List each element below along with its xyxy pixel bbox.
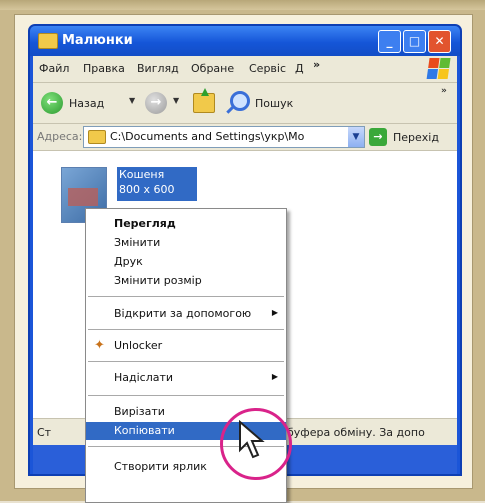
status-left-text: Ст [37,426,52,439]
window-title: Малюнки [62,33,133,48]
folder-icon [88,130,106,144]
menu-separator [88,361,284,362]
pointer-cursor-icon [239,420,265,459]
menu-favorites[interactable]: Обране [191,62,234,75]
unlocker-icon: ✦ [94,338,105,353]
menu-bar: Файл Правка Вигляд Обране Сервіс Д » [33,56,457,83]
menu-item-unlocker[interactable]: ✦ Unlocker [86,337,286,355]
forward-dropdown-icon[interactable]: ▼ [173,96,179,105]
menu-item-open-with[interactable]: Відкрити за допомогою ▶ [86,305,286,323]
menu-separator [88,296,284,297]
address-value[interactable]: C:\Documents and Settings\укр\Мо [110,130,340,143]
status-right-text: буфера обміну. За допо [287,426,425,439]
folder-icon [38,33,58,49]
search-icon[interactable] [230,91,250,111]
go-arrow-icon[interactable]: → [369,128,387,146]
toolbar-overflow[interactable]: » [441,86,447,96]
submenu-arrow-icon: ▶ [271,372,278,381]
frame-top-bar [0,0,485,10]
folder-up-icon[interactable] [193,88,215,113]
menu-file[interactable]: Файл [39,62,69,75]
back-dropdown-icon[interactable]: ▼ [129,96,135,105]
title-bar[interactable]: Малюнки _ □ ✕ [30,26,460,56]
menu-help[interactable]: Д [295,62,304,75]
go-label[interactable]: Перехід [393,131,439,144]
menu-item-edit[interactable]: Змінити [86,234,286,252]
chevron-down-icon[interactable]: ▼ [348,127,364,147]
forward-arrow-icon[interactable]: → [145,92,167,114]
menu-view[interactable]: Вигляд [137,62,179,75]
toolbar: ← Назад ▼ → ▼ Пошук » [33,83,457,124]
search-label[interactable]: Пошук [255,97,293,110]
minimize-button[interactable]: _ [378,30,401,53]
menu-item-resize[interactable]: Змінити розмір [86,272,286,290]
menu-item-print[interactable]: Друк [86,253,286,271]
menu-item-send-to[interactable]: Надіслати ▶ [86,369,286,387]
submenu-arrow-icon: ▶ [271,308,278,317]
menu-item-preview[interactable]: Перегляд [86,215,286,233]
windows-logo-icon [426,58,452,80]
menu-overflow[interactable]: » [313,58,320,71]
menu-separator [88,329,284,330]
file-size: 800 x 600 [119,183,175,196]
file-item-label[interactable]: Кошеня 800 x 600 [117,167,197,201]
address-field[interactable]: C:\Documents and Settings\укр\Мо ▼ [83,126,365,148]
back-label[interactable]: Назад [69,97,104,110]
menu-edit[interactable]: Правка [83,62,125,75]
menu-separator [88,395,284,396]
menu-tools[interactable]: Сервіс [249,62,286,75]
file-name: Кошеня [119,168,165,181]
address-label: Адреса: [37,130,83,143]
address-bar: Адреса: C:\Documents and Settings\укр\Мо… [33,124,457,151]
maximize-button[interactable]: □ [403,30,426,53]
back-arrow-icon[interactable]: ← [41,92,63,114]
close-button[interactable]: ✕ [428,30,451,53]
